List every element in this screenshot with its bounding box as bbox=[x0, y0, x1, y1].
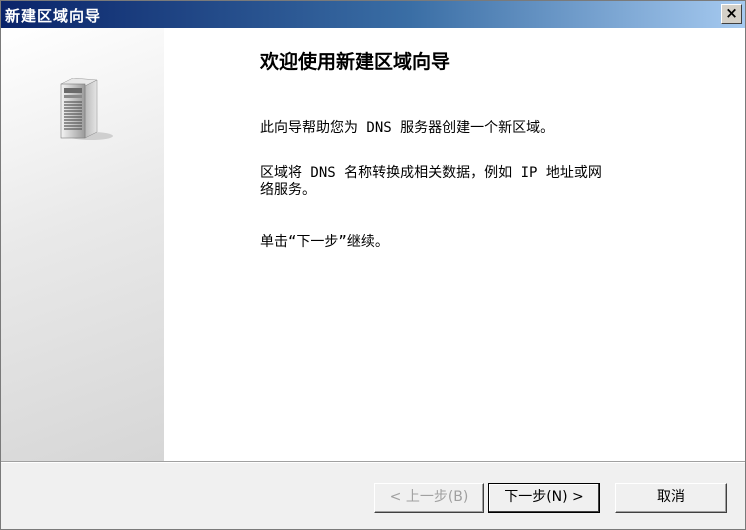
instruction-text: 单击“下一步”继续。 bbox=[260, 234, 389, 250]
wizard-window: 新建区域向导 × 欢迎使用新建区域向导 此向导帮助您为 DNS 服务器创建一个新… bbox=[0, 0, 746, 530]
page-title: 欢迎使用新建区域向导 bbox=[260, 51, 451, 73]
title-bar[interactable]: 新建区域向导 × bbox=[1, 1, 745, 28]
intro-text: 此向导帮助您为 DNS 服务器创建一个新区域。 bbox=[260, 120, 555, 136]
description-text: 区域将 DNS 名称转换成相关数据，例如 IP 地址或网 络服务。 bbox=[260, 165, 602, 199]
wizard-content: 欢迎使用新建区域向导 此向导帮助您为 DNS 服务器创建一个新区域。 区域将 D… bbox=[1, 28, 745, 461]
description-line-2: 络服务。 bbox=[260, 182, 316, 198]
server-icon bbox=[60, 78, 113, 140]
back-button[interactable]: < 上一步(B) bbox=[374, 483, 484, 513]
description-line-1: 区域将 DNS 名称转换成相关数据，例如 IP 地址或网 bbox=[260, 165, 602, 181]
cancel-button[interactable]: 取消 bbox=[615, 483, 727, 513]
close-icon: × bbox=[725, 4, 738, 22]
close-button[interactable]: × bbox=[721, 4, 742, 24]
wizard-side-panel bbox=[1, 28, 164, 461]
window-title: 新建区域向导 bbox=[5, 7, 102, 25]
next-button[interactable]: 下一步(N) > bbox=[488, 483, 600, 513]
wizard-footer: < 上一步(B) 下一步(N) > 取消 bbox=[1, 463, 745, 529]
